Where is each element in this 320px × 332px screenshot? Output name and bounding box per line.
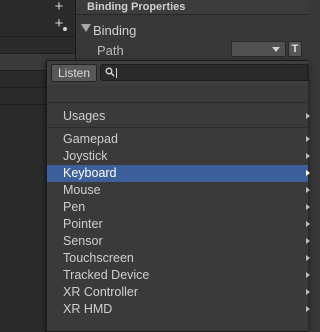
list-item-label: Mouse	[63, 183, 101, 197]
list-item-label: Joystick	[63, 149, 108, 163]
list-item-xr-hmd[interactable]: XR HMD	[47, 301, 310, 318]
list-item-label: XR Controller	[63, 285, 139, 299]
separator	[47, 102, 308, 103]
path-row: Path T	[76, 41, 308, 60]
options-dot-icon	[63, 27, 67, 31]
list-item-label: Touchscreen	[63, 251, 134, 265]
chevron-right-icon	[306, 306, 310, 312]
popup-toolbar: Listen	[47, 61, 308, 85]
separator	[47, 127, 308, 128]
list-item-label: Tracked Device	[63, 268, 150, 282]
list-item-usages[interactable]: Usages	[47, 108, 310, 125]
plus-icon[interactable]: +	[52, 0, 66, 14]
binding-properties-header: Binding Properties	[76, 0, 308, 15]
list-item-sensor[interactable]: Sensor	[47, 233, 310, 250]
search-icon	[105, 67, 115, 77]
chevron-right-icon	[306, 238, 310, 244]
chevron-right-icon	[306, 204, 310, 210]
binding-foldout[interactable]: Binding	[76, 20, 308, 39]
list-item-mouse[interactable]: Mouse	[47, 182, 310, 199]
list-item-pen[interactable]: Pen	[47, 199, 310, 216]
chevron-right-icon	[306, 187, 310, 193]
foldout-arrow-icon[interactable]	[81, 24, 91, 32]
chevron-right-icon	[306, 255, 310, 261]
list-item-label: Pointer	[63, 217, 103, 231]
list-item-label: Pen	[63, 200, 86, 214]
listen-button[interactable]: Listen	[51, 64, 97, 82]
chevron-right-icon	[306, 272, 310, 278]
chevron-right-icon	[306, 170, 310, 176]
chevron-right-icon	[306, 113, 310, 119]
list-item-keyboard[interactable]: Keyboard	[47, 165, 310, 182]
list-item-label: Gamepad	[63, 132, 118, 146]
list-item-touchscreen[interactable]: Touchscreen	[47, 250, 310, 267]
chevron-right-icon	[306, 136, 310, 142]
text-cursor	[116, 68, 117, 78]
control-picker-popup: Listen Usages Gamepad Joystick Keyboard …	[46, 60, 310, 332]
list-item-label: Usages	[63, 109, 106, 123]
binding-section-label: Binding	[93, 23, 137, 38]
path-label: Path	[97, 43, 124, 58]
chevron-right-icon	[306, 289, 310, 295]
list-item-tracked-device[interactable]: Tracked Device	[47, 267, 310, 284]
list-item-gamepad[interactable]: Gamepad	[47, 131, 310, 148]
text-mode-button[interactable]: T	[288, 41, 302, 57]
list-item-xr-controller[interactable]: XR Controller	[47, 284, 310, 301]
list-row[interactable]	[0, 36, 76, 53]
list-item-pointer[interactable]: Pointer	[47, 216, 310, 233]
list-item-joystick[interactable]: Joystick	[47, 148, 310, 165]
list-item-label: Sensor	[63, 234, 103, 248]
list-item-label: XR HMD	[63, 302, 113, 316]
path-dropdown[interactable]	[231, 41, 286, 57]
search-input[interactable]	[100, 64, 308, 81]
binding-properties-title: Binding Properties	[87, 1, 186, 13]
chevron-right-icon	[306, 221, 310, 227]
list-item-label: Keyboard	[63, 166, 117, 180]
chevron-right-icon	[306, 153, 310, 159]
chevron-down-icon	[272, 47, 280, 52]
